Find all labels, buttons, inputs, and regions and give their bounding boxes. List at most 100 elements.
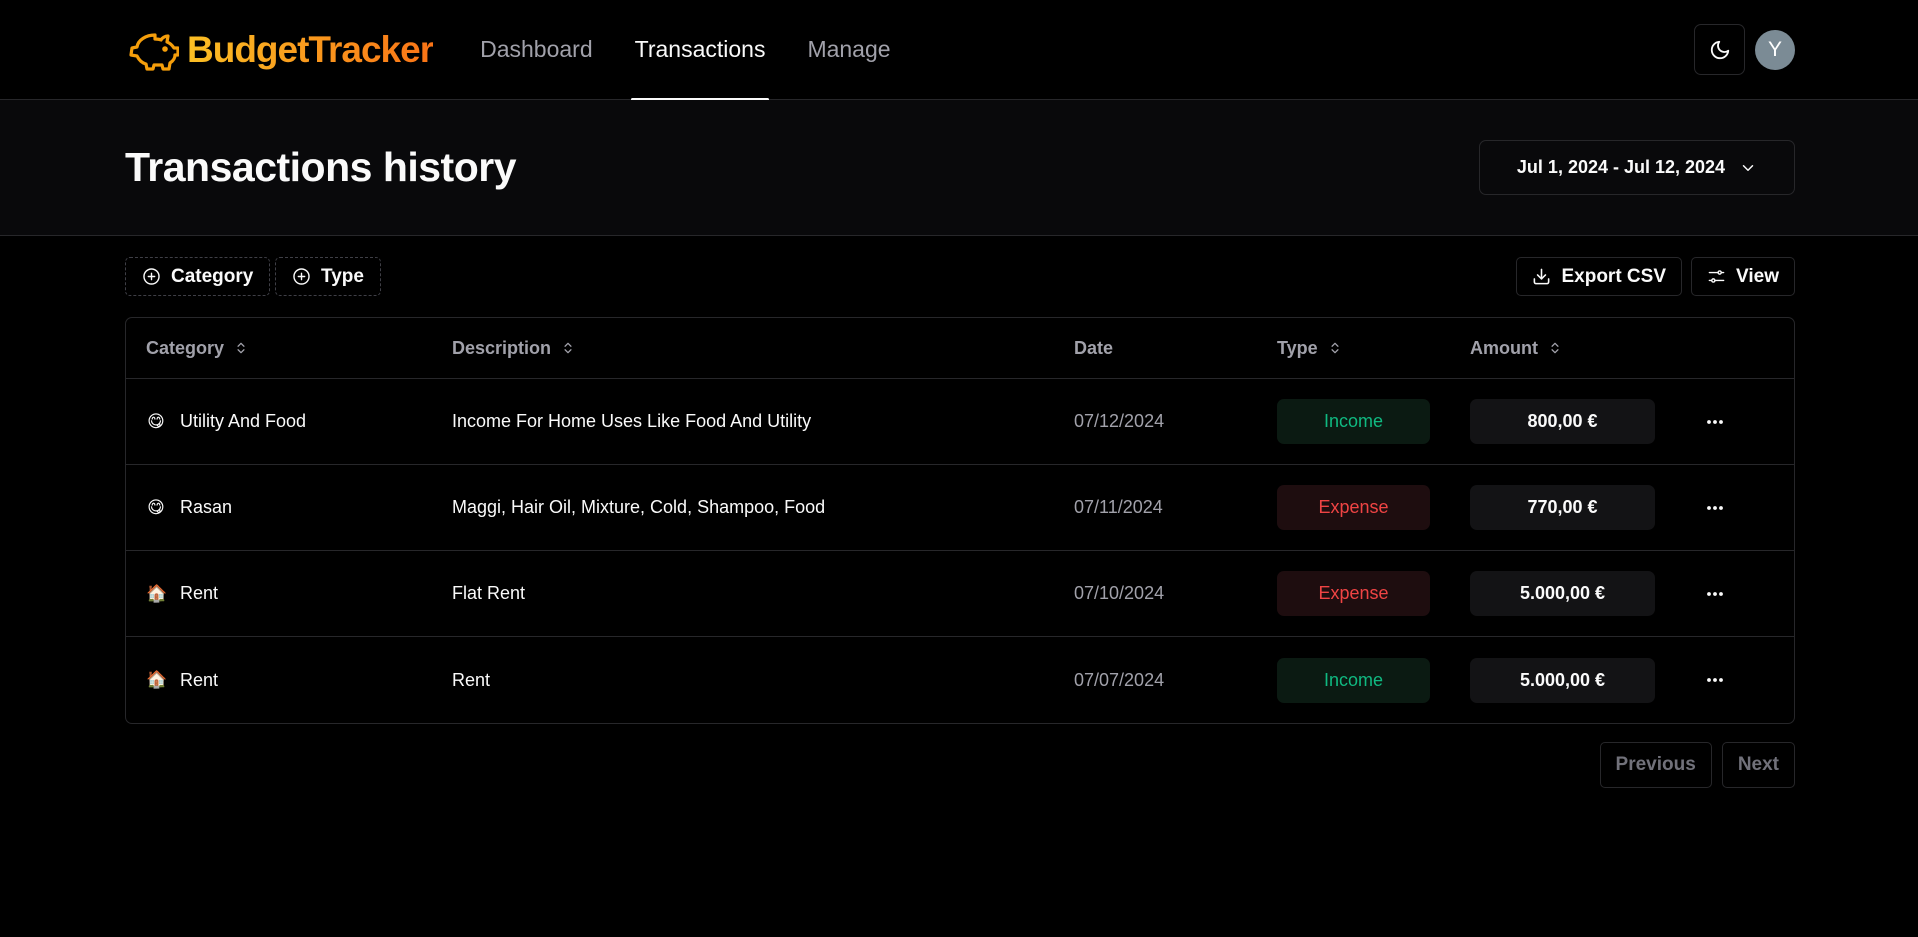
column-header-amount[interactable]: Amount xyxy=(1470,318,1562,378)
category-name: Rent xyxy=(180,669,219,690)
amount-cell: 5.000,00 € xyxy=(1470,637,1655,723)
column-header-label: Date xyxy=(1074,337,1114,358)
date-cell: 07/07/2024 xyxy=(1074,669,1165,690)
sort-icon xyxy=(1331,342,1339,354)
type-badge: Income xyxy=(1277,657,1430,703)
type-cell: Income xyxy=(1277,379,1430,464)
date-cell: 07/11/2024 xyxy=(1074,497,1163,517)
export-csv-label: Export CSV xyxy=(1561,265,1666,287)
column-header-date: Date xyxy=(1074,318,1113,378)
row-actions-button[interactable] xyxy=(1698,491,1732,525)
category-cell: 🏠 Rent xyxy=(146,551,218,636)
column-header-label: Category xyxy=(146,337,225,358)
column-header-label: Amount xyxy=(1470,337,1538,358)
description-cell: Flat Rent xyxy=(452,583,526,603)
actions-cell xyxy=(1698,379,1732,464)
description-cell: Income For Home Uses Like Food And Utili… xyxy=(452,411,812,431)
download-icon xyxy=(1534,268,1550,285)
moon-icon xyxy=(1710,40,1729,59)
sort-icon xyxy=(237,342,245,354)
actions-cell xyxy=(1698,551,1732,636)
plus-circle-icon xyxy=(143,268,160,285)
description-cell: Rent xyxy=(452,669,491,690)
amount-cell: 5.000,00 € xyxy=(1470,551,1655,636)
date-cell: 07/10/2024 xyxy=(1074,583,1165,603)
nav-link-dashboard[interactable]: Dashboard xyxy=(478,0,595,100)
date-range-picker[interactable]: Jul 1, 2024 - Jul 12, 2024 xyxy=(1479,140,1795,195)
top-navbar: BudgetTracker Dashboard Transactions Man… xyxy=(0,0,1918,101)
more-horizontal-icon xyxy=(1707,678,1723,682)
amount-cell: 800,00 € xyxy=(1470,379,1655,464)
amount-value: 800,00 € xyxy=(1470,399,1655,444)
sliders-icon xyxy=(1708,270,1725,283)
amount-value: 770,00 € xyxy=(1470,485,1655,530)
category-cell: 😋 Utility And Food xyxy=(146,379,306,464)
app-name: BudgetTracker xyxy=(187,28,434,70)
category-cell: 🏠 Rent xyxy=(146,637,218,723)
view-options-button[interactable]: View xyxy=(1691,257,1795,296)
nav-links: Dashboard Transactions Manage xyxy=(459,0,911,101)
category-name: Utility And Food xyxy=(180,411,307,431)
type-badge: Expense xyxy=(1277,571,1430,616)
column-header-label: Type xyxy=(1277,337,1318,358)
more-horizontal-icon xyxy=(1707,591,1723,596)
category-cell: 😋 Rasan xyxy=(146,465,232,550)
type-cell: Expense xyxy=(1277,551,1430,636)
row-actions-button[interactable] xyxy=(1698,577,1732,611)
category-name: Rent xyxy=(180,583,219,603)
category-name: Rasan xyxy=(180,497,233,517)
category-emoji-icon: 🏠 xyxy=(146,583,168,603)
next-page-button[interactable]: Next xyxy=(1721,742,1795,788)
category-filter-label: Category xyxy=(171,265,254,287)
theme-toggle-button[interactable] xyxy=(1694,24,1745,75)
sort-icon xyxy=(1551,342,1559,354)
column-header-type[interactable]: Type xyxy=(1277,318,1342,378)
page-header: Transactions history Jul 1, 2024 - Jul 1… xyxy=(0,100,1918,236)
actions-cell xyxy=(1698,637,1732,723)
type-cell: Income xyxy=(1277,637,1430,723)
row-actions-button[interactable] xyxy=(1698,405,1732,439)
chevron-down-icon xyxy=(1742,164,1754,171)
amount-cell: 770,00 € xyxy=(1470,465,1655,550)
app-logo[interactable]: BudgetTracker xyxy=(125,28,434,71)
category-filter-button[interactable]: Category xyxy=(125,257,271,296)
category-emoji-icon: 😋 xyxy=(147,411,165,431)
actions-cell xyxy=(1698,465,1732,550)
date-cell: 07/12/2024 xyxy=(1074,411,1165,431)
row-actions-button[interactable] xyxy=(1698,663,1732,697)
type-badge: Income xyxy=(1277,399,1430,444)
table-header-row: Category Description Date Type Amount xyxy=(126,318,1794,379)
column-header-category[interactable]: Category xyxy=(146,318,248,378)
more-horizontal-icon xyxy=(1707,505,1723,510)
page-title: Transactions history xyxy=(125,144,517,190)
amount-value: 5.000,00 € xyxy=(1470,571,1655,616)
table-row[interactable]: 🏠 Rent Flat Rent 07/10/2024 Expense 5.00… xyxy=(126,551,1794,637)
transactions-table: Category Description Date Type Amount 😋 … xyxy=(125,317,1795,724)
previous-page-button[interactable]: Previous xyxy=(1599,742,1712,788)
nav-link-transactions[interactable]: Transactions xyxy=(630,0,770,101)
table-toolbar: Category Type Export CSV View xyxy=(125,257,1795,296)
sort-icon xyxy=(564,342,572,354)
nav-link-manage[interactable]: Manage xyxy=(805,0,892,100)
table-row[interactable]: 🏠 Rent Rent 07/07/2024 Income 5.000,00 € xyxy=(126,637,1794,723)
table-row[interactable]: 😋 Rasan Maggi, Hair Oil, Mixture, Cold, … xyxy=(126,465,1794,551)
type-cell: Expense xyxy=(1277,465,1430,550)
type-filter-button[interactable]: Type xyxy=(275,257,381,296)
type-filter-label: Type xyxy=(321,265,364,287)
view-options-label: View xyxy=(1736,265,1779,287)
column-header-description[interactable]: Description xyxy=(452,318,575,378)
description-cell: Maggi, Hair Oil, Mixture, Cold, Shampoo,… xyxy=(452,497,826,517)
type-badge: Expense xyxy=(1277,485,1430,530)
category-emoji-icon: 😋 xyxy=(147,497,165,517)
date-range-text: Jul 1, 2024 - Jul 12, 2024 xyxy=(1516,157,1726,177)
export-csv-button[interactable]: Export CSV xyxy=(1516,257,1682,296)
piggy-bank-icon xyxy=(129,32,179,71)
column-header-label: Description xyxy=(452,337,552,358)
more-horizontal-icon xyxy=(1707,419,1723,424)
category-emoji-icon: 🏠 xyxy=(146,670,168,689)
user-avatar[interactable]: Y xyxy=(1755,29,1795,70)
amount-value: 5.000,00 € xyxy=(1470,657,1655,703)
plus-circle-icon xyxy=(293,268,310,285)
table-row[interactable]: 😋 Utility And Food Income For Home Uses … xyxy=(126,379,1794,465)
pagination: Previous Next xyxy=(1599,742,1795,788)
